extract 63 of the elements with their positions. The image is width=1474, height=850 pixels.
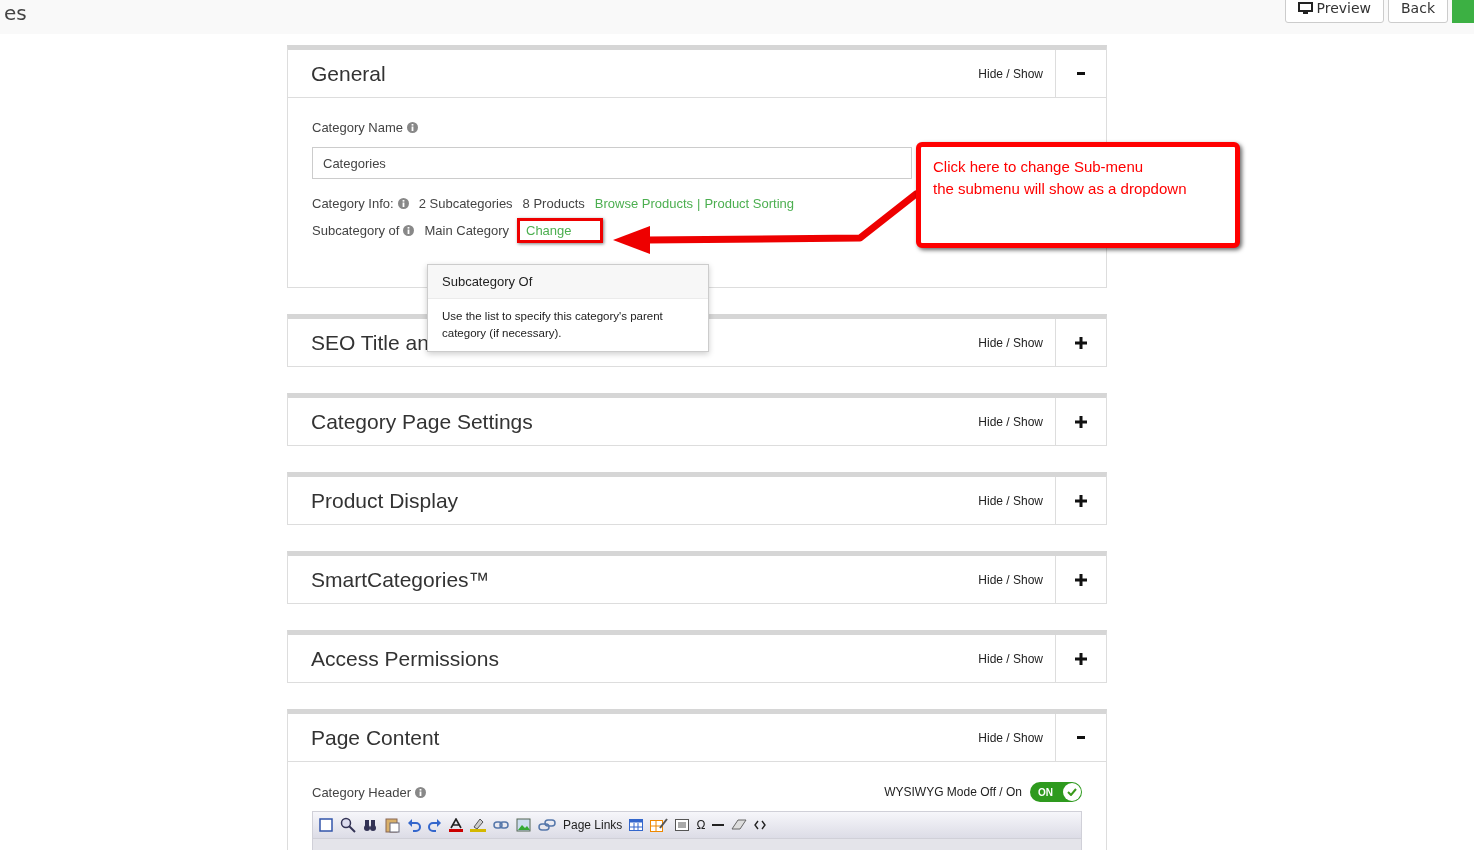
link-separator: | xyxy=(697,196,701,211)
product-count: 8 Products xyxy=(522,196,585,211)
page-links-button[interactable]: Page Links xyxy=(563,818,623,832)
hide-show-link[interactable]: Hide / Show xyxy=(978,730,1043,745)
preview-button[interactable]: Preview xyxy=(1284,0,1384,23)
undo-icon[interactable] xyxy=(407,818,421,832)
tooltip-title: Subcategory Of xyxy=(428,265,708,299)
section-title: General xyxy=(311,61,386,86)
tooltip-text: Use the list to specify this category's parent category (if necessary). xyxy=(441,309,664,341)
info-icon[interactable] xyxy=(407,122,419,133)
text-block-icon[interactable] xyxy=(675,819,690,831)
link-icon[interactable] xyxy=(493,820,509,830)
category-name-field[interactable]: Categories xyxy=(312,147,912,179)
search-icon[interactable] xyxy=(340,817,356,833)
callout-text: Click here to change Sub-menu xyxy=(933,157,1145,177)
minus-icon xyxy=(1077,72,1085,75)
callout-text: the submenu will show as a dropdown xyxy=(933,179,1188,199)
section-title: SmartCategories™ xyxy=(311,567,490,592)
page-link-icon[interactable] xyxy=(538,818,556,832)
source-frame-icon[interactable] xyxy=(319,818,333,832)
image-icon[interactable] xyxy=(516,818,531,832)
hide-show-link[interactable]: Hide / Show xyxy=(978,414,1043,429)
hide-show-link[interactable]: Hide / Show xyxy=(978,66,1043,81)
clipboard-icon[interactable] xyxy=(384,817,400,833)
minus-icon xyxy=(1077,736,1085,739)
hide-show-link[interactable]: Hide / Show xyxy=(978,493,1043,508)
check-icon xyxy=(1067,788,1077,796)
page-title: es xyxy=(4,2,27,24)
field-label: Subcategory of xyxy=(312,223,400,238)
table-icon[interactable] xyxy=(629,819,644,831)
parent-category-value: Main Category xyxy=(424,223,509,238)
highlight-icon[interactable] xyxy=(470,817,486,833)
field-label: Category Info: xyxy=(312,196,394,211)
info-icon[interactable] xyxy=(415,786,426,798)
special-character-button[interactable]: Ω xyxy=(696,819,706,831)
subcategory-count: 2 Subcategories xyxy=(418,196,513,211)
hide-show-link[interactable]: Hide / Show xyxy=(978,335,1043,350)
horizontal-rule-icon[interactable] xyxy=(712,824,725,826)
field-label: Category Header xyxy=(312,784,411,800)
plus-icon xyxy=(1075,415,1087,428)
plus-icon xyxy=(1075,573,1087,586)
section-title: Product Display xyxy=(311,488,459,513)
plus-icon xyxy=(1075,652,1087,665)
hide-show-link[interactable]: Hide / Show xyxy=(978,572,1043,587)
back-button[interactable]: Back xyxy=(1388,0,1448,23)
info-icon[interactable] xyxy=(403,225,415,236)
field-label: Category Name xyxy=(312,120,404,135)
wysiwyg-mode-label: WYSIWYG Mode Off / On xyxy=(884,785,1022,799)
code-icon[interactable] xyxy=(754,820,767,830)
binoculars-icon[interactable] xyxy=(363,818,377,832)
redo-icon[interactable] xyxy=(428,818,442,832)
text-color-icon[interactable] xyxy=(449,818,463,832)
wysiwyg-toggle[interactable]: ON xyxy=(1030,782,1082,802)
section-title: Access Permissions xyxy=(311,646,499,671)
section-title: Category Page Settings xyxy=(311,409,533,434)
hide-show-link[interactable]: Hide / Show xyxy=(978,651,1043,666)
plus-icon xyxy=(1075,336,1087,349)
table-edit-icon[interactable] xyxy=(650,818,669,832)
monitor-icon xyxy=(1297,1,1313,15)
plus-icon xyxy=(1075,494,1087,507)
info-icon[interactable] xyxy=(397,198,409,209)
section-title: Page Content xyxy=(311,725,440,750)
eraser-icon[interactable] xyxy=(731,819,748,831)
